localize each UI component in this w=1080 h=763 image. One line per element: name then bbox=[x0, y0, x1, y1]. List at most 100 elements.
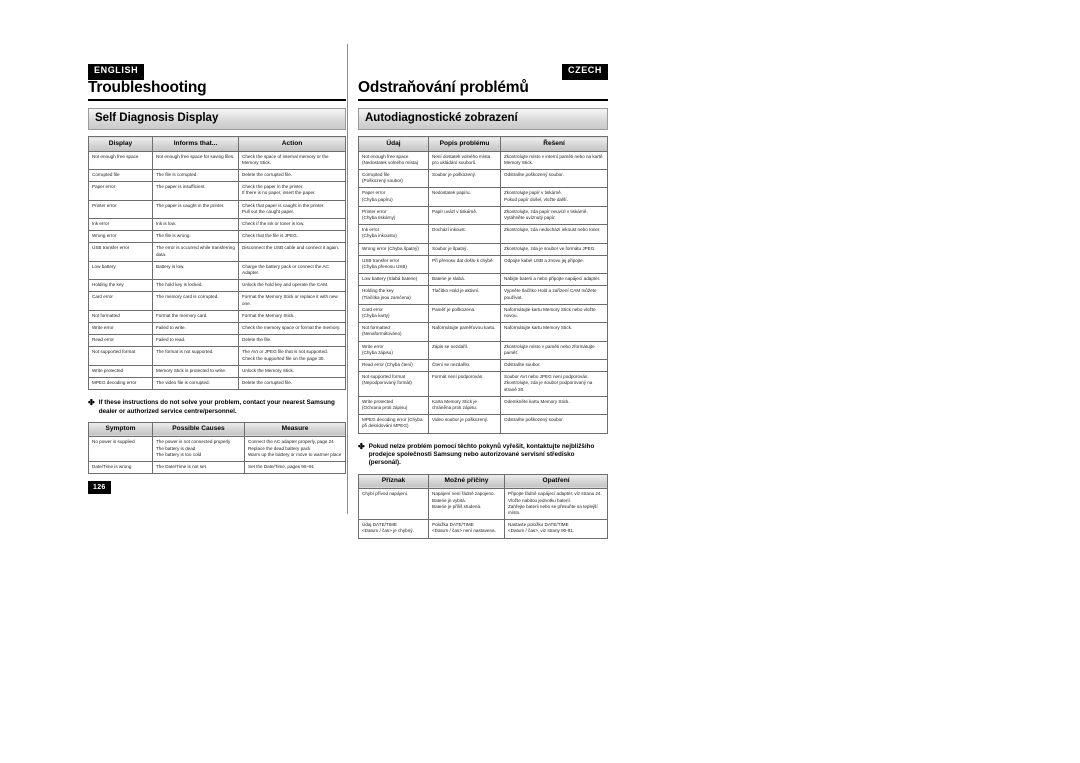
table-cell-2: Při přenosu dat došlo k chybě. bbox=[428, 254, 501, 275]
cell-line: Check if the ink or toner is low. bbox=[242, 220, 305, 226]
table-cell-2: Karta Memory Stick je chráněna proti záp… bbox=[428, 395, 501, 416]
table-cell-2: Papír uvázl v tiskárně. bbox=[428, 205, 501, 226]
table-cell-2: The power is not connected properly The b… bbox=[152, 436, 245, 463]
table-cell-3: Odstraňte poškozený soubor. bbox=[500, 414, 608, 434]
cell-line: (Nepodporovaný formát) bbox=[362, 380, 412, 386]
table-cell-2: The file is corrupted. bbox=[152, 168, 239, 183]
table-cell-3: Delete the corrupted file. bbox=[238, 376, 346, 391]
cell-line: Naformátujte kartu Memory Stick. bbox=[504, 325, 573, 331]
cell-line: The error is occurred while transferring… bbox=[156, 245, 235, 257]
table-header-row: Příznak Možné příčiny Opatření bbox=[358, 473, 608, 490]
cell-line: Při přenosu dat došlo k chybě. bbox=[432, 257, 494, 263]
table-row: USB transfer error The error is occurred … bbox=[88, 242, 346, 262]
cell-line: Delete the file. bbox=[242, 337, 272, 343]
czech-lang-row: CZECH bbox=[358, 60, 608, 80]
symptom-table-english: Symptom Possible Causes Measure No power i… bbox=[88, 422, 346, 475]
support-note-text-czech: Pokud nelze problém pomocí těchto pokynů… bbox=[368, 442, 595, 467]
cell-line: Not enough free space bbox=[92, 153, 139, 159]
cell-line: Delete the corrupted file. bbox=[242, 379, 293, 385]
cell-line: Not formatted bbox=[92, 312, 120, 318]
table-cell-1: Write protected bbox=[88, 364, 153, 378]
cell-line: Tlačítko Hold je aktivní. bbox=[432, 288, 480, 294]
table-cell-2: Dochází inkoust. bbox=[428, 224, 501, 244]
cell-line: Corrupted file bbox=[92, 171, 120, 177]
table-body-english-symptom: No power is supplied The power is not con… bbox=[88, 436, 346, 475]
table-cell-1: Printer error (Chyba tiskárny) bbox=[358, 205, 429, 226]
cell-line: Karta Memory Stick je chráněna proti záp… bbox=[432, 398, 478, 410]
table-cell-1: Paper error bbox=[88, 181, 153, 201]
table-row: Printer error The paper is caught in the … bbox=[88, 199, 346, 219]
cell-line: Connect the AC adapter properly, page 24 bbox=[248, 439, 334, 445]
title-underline-czech bbox=[358, 99, 608, 101]
table-cell-3: Unlock the hold key and operate the CAM. bbox=[238, 279, 346, 293]
section-title-czech: Autodiagnostické zobrazení bbox=[358, 108, 608, 130]
table-row: Údaj DATE/TIME <Datum / čas> je chybný. Po… bbox=[358, 519, 608, 539]
cell-line: Zkontrolujte místo v paměti nebo zformát… bbox=[504, 343, 595, 355]
cell-line: Format the Memory Stick or replace it wi… bbox=[242, 294, 338, 306]
table-cell-1: Write error bbox=[88, 321, 153, 336]
table-cell-3: Check the paper in the printer. If there … bbox=[238, 181, 346, 201]
table-cell-1: Write protected (Ochrana proti zápisu) bbox=[358, 395, 429, 416]
cell-line: The battery is too cold bbox=[156, 451, 202, 457]
cell-line: The power is not connected properly bbox=[156, 439, 231, 445]
table-row: Corrupted file The file is corrupted. Dele… bbox=[88, 168, 346, 183]
section-title-english: Self Diagnosis Display bbox=[88, 108, 346, 130]
cell-line: <Datum / čas> je chybný. bbox=[362, 528, 414, 534]
table-row: Not supported format The format is not su… bbox=[88, 346, 346, 366]
cell-line: Formát není podporován. bbox=[432, 374, 484, 380]
column-header-2: Informs that... bbox=[152, 136, 239, 152]
cell-line: Zkontrolujte místo v interní paměti nebo… bbox=[504, 153, 603, 165]
cell-line: Pokud papír došel, vložte další. bbox=[504, 196, 568, 202]
cell-line: Wrong error (Chyba špatný) bbox=[362, 245, 419, 251]
page-root: ENGLISH Troubleshooting Self Diagnosis D… bbox=[0, 0, 1080, 763]
cell-line: Charge the battery pack or connect the A… bbox=[242, 263, 329, 275]
cell-line: Pull out the caught paper. bbox=[242, 208, 295, 214]
table-row: USB transfer error (Chyba přenosu USB) Při… bbox=[358, 254, 608, 275]
table-cell-3: Vypněte tlačítko Hold a zařízení CAM můž… bbox=[500, 285, 608, 305]
table-cell-2: Format the memory card. bbox=[152, 309, 239, 323]
cell-line: Baterie je slabá. bbox=[432, 276, 465, 282]
cell-line: USB transfer error bbox=[92, 245, 130, 251]
support-note-english: ✤ If these instructions do not solve you… bbox=[88, 399, 346, 416]
table-cell-3: The AVI or JPEG file that is not support… bbox=[238, 346, 346, 366]
cell-line: The paper is caught in the printer. bbox=[156, 202, 225, 208]
center-divider bbox=[347, 44, 348, 514]
cell-line: Printer error bbox=[92, 202, 117, 208]
cell-line: The Date/Time is not set bbox=[156, 464, 206, 470]
cell-line: Odemkněte kartu Memory Stick. bbox=[504, 398, 570, 404]
table-row: Ink error (Chyba inkoustu) Dochází inkoust… bbox=[358, 224, 608, 244]
cell-line: Naformátujte kartu Memory Stick nebo vlo… bbox=[504, 306, 596, 318]
table-cell-2: Failed to write. bbox=[152, 321, 239, 336]
table-row: Chybí přívod napájení. Napájení není řádn… bbox=[358, 488, 608, 521]
table-cell-2: Soubor je poškozený. bbox=[428, 168, 501, 189]
cell-line: The memory card is corrupted. bbox=[156, 294, 219, 300]
table-row: Write protected (Ochrana proti zápisu) Kar… bbox=[358, 395, 608, 416]
cell-line: (Poškozený soubor) bbox=[362, 178, 403, 184]
table-cell-1: Read error bbox=[88, 334, 153, 348]
cell-line: The file is wrong. bbox=[156, 233, 191, 239]
table-cell-3: Check that paper is caught in the printe… bbox=[238, 199, 346, 219]
cell-line: Holding the key bbox=[92, 282, 124, 288]
table-cell-3: Odpojte kabel USB a znovu jej připojte. bbox=[500, 254, 608, 275]
table-row: Not formatted Format the memory card. Form… bbox=[88, 309, 346, 323]
table-row: Wrong error (Chyba špatný) Soubor je špat… bbox=[358, 242, 608, 256]
table-cell-3: Nastavte položku DATE/TIME <Datum / čas>,… bbox=[504, 519, 608, 539]
table-row: Date/Time is wrong The Date/Time is not s… bbox=[88, 461, 346, 475]
cell-line: Soubor je špatný. bbox=[432, 245, 468, 251]
cell-line: Zkontrolujte, zda nedochází inkoust nebo… bbox=[504, 227, 601, 233]
table-cell-1: Corrupted file bbox=[88, 168, 153, 183]
table-body-english-diagnosis: Not enough free space Not enough free spa… bbox=[88, 150, 346, 391]
table-row: Not enough free space (Nedostatek volného… bbox=[358, 150, 608, 170]
cell-line: Chybí přívod napájení. bbox=[362, 491, 409, 497]
column-header-1: Údaj bbox=[358, 136, 429, 152]
table-row: MPEG decoding error The video file is cor… bbox=[88, 376, 346, 391]
bullet-icon: ✤ bbox=[358, 441, 365, 451]
table-cell-1: Not supported format (Nepodporovaný formá… bbox=[358, 371, 429, 397]
table-row: Write protected Memory Stick is protected… bbox=[88, 364, 346, 378]
table-cell-3: Zkontrolujte, zda je soubor ve formátu J… bbox=[500, 242, 608, 256]
cell-line: Warm up the battery or move to warmer pl… bbox=[248, 451, 342, 457]
table-cell-2: The video file is corrupted. bbox=[152, 376, 239, 391]
table-cell-2: The error is occurred while transferring… bbox=[152, 242, 239, 262]
cell-line: Format the Memory Stick. bbox=[242, 312, 295, 318]
title-underline-english bbox=[88, 99, 346, 101]
